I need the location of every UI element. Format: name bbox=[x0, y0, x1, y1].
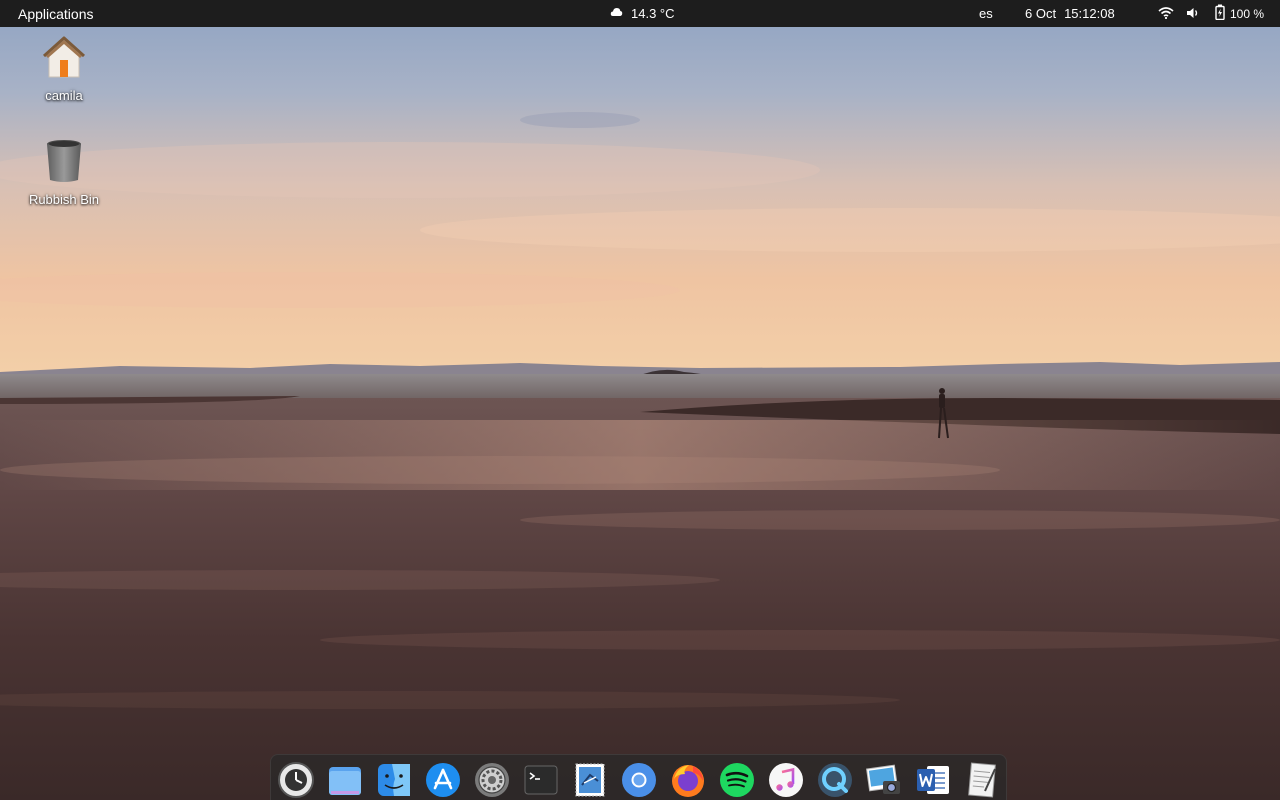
finder-face-icon bbox=[375, 761, 413, 799]
word-icon bbox=[914, 761, 952, 799]
chromium-icon bbox=[620, 761, 658, 799]
camera-photo-icon bbox=[865, 761, 903, 799]
dock-app-system-settings[interactable] bbox=[473, 761, 511, 799]
battery-percent: 100 % bbox=[1230, 6, 1265, 21]
home-folder-icon bbox=[40, 34, 88, 85]
dock-app-screenshot[interactable] bbox=[865, 761, 903, 799]
volume-icon bbox=[1186, 6, 1200, 22]
weather-temperature: 14.3 °C bbox=[631, 6, 675, 21]
dock-app-app-store[interactable] bbox=[424, 761, 462, 799]
dock bbox=[270, 754, 1007, 800]
dock-app-timeshift[interactable] bbox=[277, 761, 315, 799]
backup-clock-icon bbox=[277, 761, 315, 799]
dock-app-word[interactable] bbox=[914, 761, 952, 799]
wifi-icon bbox=[1158, 6, 1174, 22]
dock-app-finder[interactable] bbox=[375, 761, 413, 799]
keyboard-layout-indicator[interactable]: es bbox=[979, 0, 993, 27]
dock-app-browser[interactable] bbox=[816, 761, 854, 799]
folder-icon bbox=[326, 761, 364, 799]
desktop-icon-label: Rubbish Bin bbox=[28, 192, 100, 207]
desktop-icon-label: camila bbox=[45, 88, 83, 103]
dock-app-terminal[interactable] bbox=[522, 761, 560, 799]
desktop-wallpaper bbox=[0, 0, 1280, 800]
clock-time: 15:12:08 bbox=[1064, 6, 1115, 21]
applications-menu-label: Applications bbox=[18, 5, 94, 22]
wifi-indicator[interactable] bbox=[1158, 0, 1174, 27]
volume-indicator[interactable] bbox=[1186, 0, 1200, 27]
desktop-icon-rubbish-bin[interactable]: Rubbish Bin bbox=[16, 138, 112, 207]
dock-app-firefox[interactable] bbox=[669, 761, 707, 799]
applications-menu[interactable]: Applications bbox=[18, 0, 94, 27]
browser-q-icon bbox=[816, 761, 854, 799]
dock-app-mail[interactable] bbox=[571, 761, 609, 799]
weather-indicator[interactable]: 14.3 °C bbox=[610, 0, 675, 27]
gear-icon bbox=[473, 761, 511, 799]
cloud-icon bbox=[610, 6, 623, 21]
dock-app-files[interactable] bbox=[326, 761, 364, 799]
desktop-icon-home[interactable]: camila bbox=[16, 34, 112, 103]
dock-app-chromium[interactable] bbox=[620, 761, 658, 799]
terminal-icon bbox=[522, 761, 560, 799]
firefox-icon bbox=[669, 761, 707, 799]
dock-app-music[interactable] bbox=[767, 761, 805, 799]
music-note-icon bbox=[767, 761, 805, 799]
clock-date: 6 Oct bbox=[1025, 6, 1057, 21]
mail-stamp-icon bbox=[571, 761, 609, 799]
text-editor-icon bbox=[963, 761, 1001, 799]
battery-charging-icon bbox=[1215, 4, 1225, 23]
dock-app-text-editor[interactable] bbox=[963, 761, 1001, 799]
battery-indicator[interactable]: 100 % bbox=[1215, 0, 1264, 27]
keyboard-layout-label: es bbox=[979, 6, 993, 21]
top-panel: Applications 14.3 °C es 6 Oct 15:12:08 1… bbox=[0, 0, 1280, 27]
trash-icon bbox=[44, 138, 84, 189]
dock-app-spotify[interactable] bbox=[718, 761, 756, 799]
clock-indicator[interactable]: 6 Oct 15:12:08 bbox=[1025, 0, 1115, 27]
desktop-screen: Applications 14.3 °C es 6 Oct 15:12:08 1… bbox=[0, 0, 1280, 800]
app-store-icon bbox=[424, 761, 462, 799]
spotify-icon bbox=[718, 761, 756, 799]
